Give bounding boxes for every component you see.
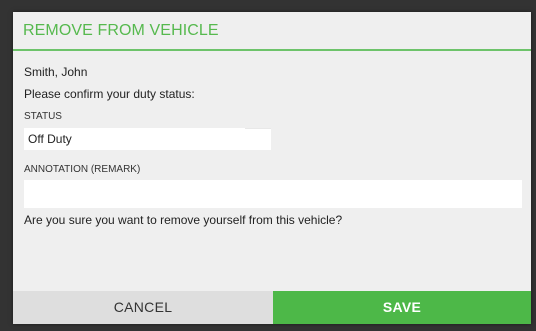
dialog-title: REMOVE FROM VEHICLE — [23, 22, 219, 39]
status-select-notch — [245, 128, 271, 129]
title-divider — [13, 49, 531, 51]
status-label: STATUS — [24, 111, 62, 122]
remove-from-vehicle-dialog: REMOVE FROM VEHICLE Smith, John Please c… — [13, 12, 531, 324]
annotation-label: ANNOTATION (REMARK) — [24, 164, 141, 175]
screen-backdrop: REMOVE FROM VEHICLE Smith, John Please c… — [0, 0, 536, 331]
cancel-button[interactable]: CANCEL — [13, 291, 273, 324]
save-button[interactable]: SAVE — [273, 291, 531, 324]
status-selected-value: Off Duty — [28, 132, 72, 146]
confirm-question: Are you sure you want to remove yourself… — [24, 213, 343, 227]
annotation-input[interactable] — [24, 180, 522, 208]
driver-name: Smith, John — [24, 65, 88, 79]
status-select[interactable]: Off Duty — [24, 128, 271, 150]
duty-status-prompt: Please confirm your duty status: — [24, 87, 195, 101]
